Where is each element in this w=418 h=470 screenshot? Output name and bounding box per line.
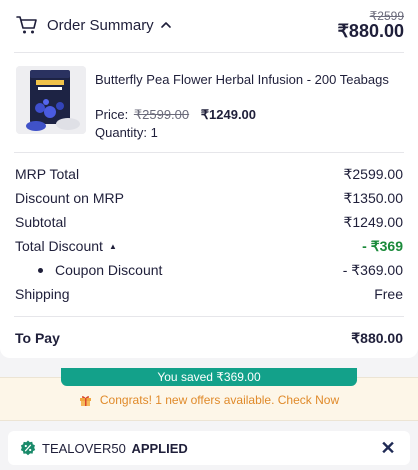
chevron-up-icon[interactable] xyxy=(160,19,172,31)
cart-icon[interactable] xyxy=(16,15,38,35)
applied-coupon-bar: TEALOVER50 APPLIED ✕ xyxy=(8,431,410,465)
product-original-price: ₹2599.00 xyxy=(133,107,190,122)
bullet-icon xyxy=(38,268,43,273)
mrp-total-value: ₹2599.00 xyxy=(343,166,403,182)
subtotal-label: Subtotal xyxy=(15,214,67,230)
mrp-total-label: MRP Total xyxy=(15,166,80,182)
to-pay-row: To Pay ₹880.00 xyxy=(15,330,403,348)
total-discount-value: - ₹369 xyxy=(362,238,403,254)
product-price: Price: ₹2599.00 ₹1249.00 xyxy=(95,107,256,123)
shipping-value: Free xyxy=(374,286,403,302)
product-name: Butterfly Pea Flower Herbal Infusion - 2… xyxy=(95,72,389,87)
order-summary-card: Order Summary ₹2599 ₹880.00 Butterfly Pe… xyxy=(0,0,418,358)
coupon-badge-icon xyxy=(20,440,36,456)
mrp-total-row: MRP Total ₹2599.00 xyxy=(15,166,403,184)
product-image xyxy=(16,66,86,134)
header-total: ₹880.00 xyxy=(337,21,404,41)
subtotal-row: Subtotal ₹1249.00 xyxy=(15,214,403,232)
close-icon[interactable]: ✕ xyxy=(378,438,398,458)
divider xyxy=(14,152,404,153)
divider xyxy=(14,52,404,53)
shipping-row: Shipping Free xyxy=(15,286,403,304)
order-summary-toggle[interactable]: Order Summary xyxy=(47,17,154,34)
order-summary-header[interactable]: Order Summary ₹2599 ₹880.00 xyxy=(0,0,418,52)
to-pay-label: To Pay xyxy=(15,330,60,346)
total-discount-row[interactable]: Total Discount ▲ - ₹369 xyxy=(15,238,403,256)
discount-on-mrp-value: ₹1350.00 xyxy=(343,190,403,206)
discount-on-mrp-row: Discount on MRP ₹1350.00 xyxy=(15,190,403,208)
caret-up-icon[interactable]: ▲ xyxy=(109,242,117,251)
offers-available-link[interactable]: Congrats! 1 new offers available. Check … xyxy=(0,393,418,407)
product-quantity: Quantity: 1 xyxy=(95,125,158,140)
coupon-discount-label: Coupon Discount xyxy=(55,262,163,278)
savings-pill: You saved ₹369.00 xyxy=(61,368,357,386)
divider xyxy=(14,316,404,317)
offers-available-text: Congrats! 1 new offers available. Check … xyxy=(99,393,340,407)
applied-coupon-text: TEALOVER50 APPLIED xyxy=(42,441,188,456)
to-pay-value: ₹880.00 xyxy=(351,330,403,346)
discount-on-mrp-label: Discount on MRP xyxy=(15,190,124,206)
subtotal-value: ₹1249.00 xyxy=(343,214,403,230)
total-discount-label-text: Total Discount xyxy=(15,238,103,254)
coupon-status: APPLIED xyxy=(131,441,188,456)
coupon-discount-row: Coupon Discount - ₹369.00 xyxy=(15,262,403,280)
product-sale-price: ₹1249.00 xyxy=(200,107,257,122)
price-label: Price: xyxy=(95,107,129,122)
gift-icon xyxy=(79,396,91,406)
shipping-label: Shipping xyxy=(15,286,70,302)
coupon-discount-value: - ₹369.00 xyxy=(342,262,403,278)
total-discount-label[interactable]: Total Discount ▲ xyxy=(15,238,117,254)
coupon-code: TEALOVER50 xyxy=(42,441,126,456)
